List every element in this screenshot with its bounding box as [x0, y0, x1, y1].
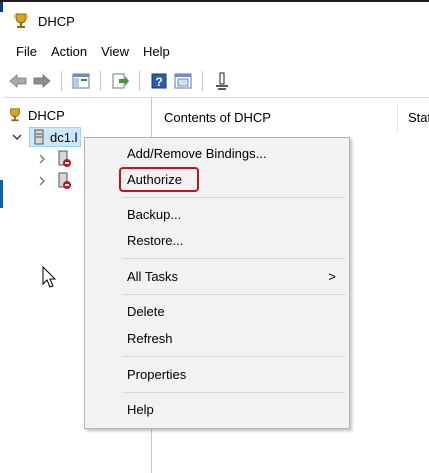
dhcp-root-icon [10, 108, 20, 122]
window-title: DHCP [38, 13, 75, 29]
tree-node-dhcp-root[interactable]: DHCP [7, 105, 65, 125]
menu-item-restore[interactable]: Restore... [86, 229, 348, 253]
tree-node-server[interactable]: dc1.l [11, 127, 82, 147]
authorize-highlight [119, 167, 199, 192]
menu-item-add-remove-bindings[interactable]: Add/Remove Bindings... [86, 142, 348, 166]
toolbar-separator [61, 71, 62, 91]
menu-separator [122, 294, 345, 295]
server-node-label: dc1.l [50, 129, 78, 145]
console-tree-icon[interactable] [71, 71, 91, 91]
help-icon[interactable]: ? [149, 71, 169, 91]
menu-item-label: Refresh [127, 331, 173, 346]
dhcp-app-icon [14, 13, 28, 28]
menu-help[interactable]: Help [136, 40, 177, 64]
menu-bar: File Action View Help [3, 40, 429, 64]
tree-root-label: DHCP [28, 107, 65, 123]
column-header-contents[interactable]: Contents of DHCP [152, 104, 398, 132]
menu-item-label: Restore... [127, 233, 184, 248]
ipv4-disabled-icon [58, 150, 71, 167]
toolbar: ? [3, 66, 429, 96]
expand-chevron-right-icon[interactable] [36, 175, 48, 187]
tree-node-ipv4[interactable] [36, 149, 72, 169]
menu-item-backup[interactable]: Backup... [86, 203, 348, 227]
menu-item-label: Properties [127, 367, 187, 382]
mouse-cursor-icon [42, 266, 57, 288]
menu-item-help[interactable]: Help [86, 398, 348, 422]
menu-separator [122, 258, 345, 259]
back-icon[interactable] [8, 71, 28, 91]
toolbar-separator [139, 71, 140, 91]
menu-separator [122, 197, 345, 198]
filter-icon[interactable] [212, 71, 232, 91]
properties-pane-icon[interactable] [173, 71, 193, 91]
expand-chevron-down-icon[interactable] [11, 131, 23, 143]
menu-item-all-tasks[interactable]: All Tasks > [86, 265, 348, 289]
export-list-icon[interactable] [110, 71, 130, 91]
menu-view[interactable]: View [94, 40, 136, 64]
server-node-selection: dc1.l [29, 127, 82, 147]
column-header-status[interactable]: Stat [400, 104, 429, 132]
submenu-arrow-icon: > [328, 269, 336, 284]
title-bar[interactable]: DHCP [3, 2, 429, 40]
menu-item-refresh[interactable]: Refresh [86, 327, 348, 351]
menu-item-delete[interactable]: Delete [86, 300, 348, 324]
menu-item-label: Help [127, 402, 154, 417]
toolbar-separator [202, 71, 203, 91]
tree-node-ipv6[interactable] [36, 171, 72, 191]
forward-icon[interactable] [32, 71, 52, 91]
svg-text:?: ? [155, 75, 162, 89]
menu-item-label: Delete [127, 304, 165, 319]
ipv6-disabled-icon [58, 172, 71, 189]
menu-action[interactable]: Action [44, 40, 94, 64]
toolbar-separator [100, 71, 101, 91]
menu-file[interactable]: File [9, 40, 44, 64]
menu-item-label: Backup... [127, 207, 182, 222]
menu-item-label: All Tasks [127, 269, 179, 284]
server-icon [34, 129, 44, 145]
menu-separator [122, 356, 345, 357]
menu-item-properties[interactable]: Properties [86, 363, 348, 387]
expand-chevron-right-icon[interactable] [36, 153, 48, 165]
menu-item-label: Add/Remove Bindings... [127, 146, 267, 161]
menu-separator [122, 392, 345, 393]
